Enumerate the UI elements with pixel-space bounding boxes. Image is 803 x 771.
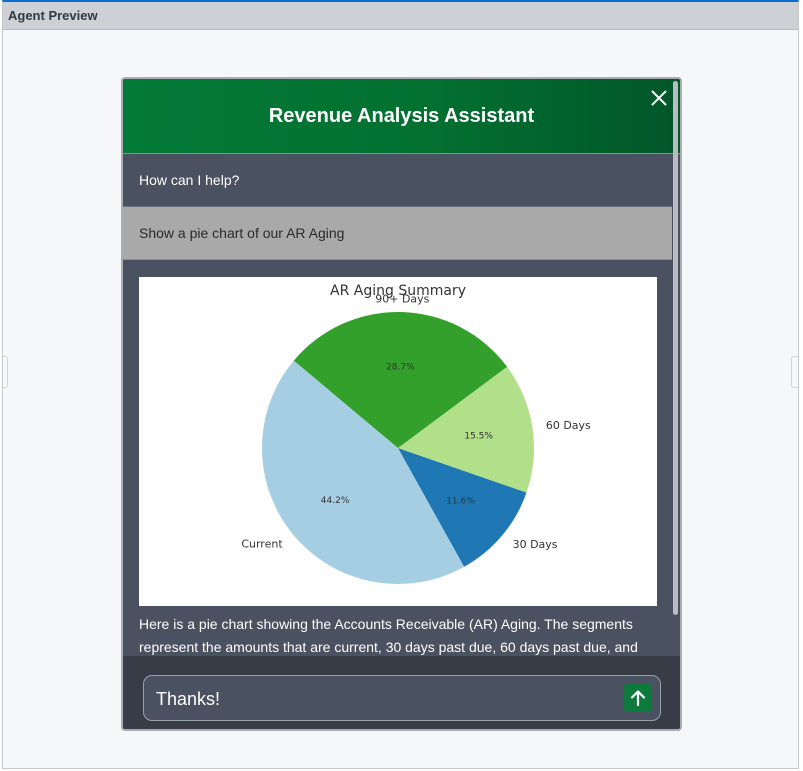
arrow-up-icon xyxy=(630,690,646,707)
left-collapse-tab[interactable] xyxy=(3,356,8,388)
message-text: How can I help? xyxy=(139,172,240,188)
assistant-response: Here is a pie chart showing the Accounts… xyxy=(139,616,638,655)
close-icon[interactable] xyxy=(650,89,668,107)
pie-percent-label: 15.5% xyxy=(464,432,493,442)
message-list[interactable]: How can I help? Show a pie chart of our … xyxy=(123,154,672,655)
right-collapse-tab[interactable] xyxy=(791,356,798,388)
preview-window: Agent Preview Revenue Analysis Assistant… xyxy=(2,0,799,769)
assistant-message: How can I help? xyxy=(123,154,672,207)
send-button[interactable] xyxy=(624,684,652,712)
composer xyxy=(123,656,680,729)
pie-percent-label: 28.7% xyxy=(386,362,415,372)
pie-category-label: 90+ Days xyxy=(375,292,429,305)
chat-panel: Revenue Analysis Assistant How can I hel… xyxy=(121,77,682,731)
pie-chart: AR Aging Summary 44.2% Current 11.6% 30 Day… xyxy=(139,277,657,606)
window-title: Agent Preview xyxy=(8,8,98,23)
pie-percent-label: 44.2% xyxy=(321,496,350,506)
chat-header: Revenue Analysis Assistant xyxy=(123,79,680,154)
pie-chart-svg: AR Aging Summary 44.2%Current11.6%30 Day… xyxy=(241,283,591,584)
message-input[interactable] xyxy=(154,684,618,714)
pie-category-label: Current xyxy=(241,537,283,550)
scrollbar[interactable] xyxy=(673,81,678,615)
pie-percent-label: 11.6% xyxy=(446,496,475,506)
pie-category-label: 60 Days xyxy=(546,419,591,432)
pie-category-label: 30 Days xyxy=(513,538,558,551)
user-message: Show a pie chart of our AR Aging xyxy=(123,207,672,260)
chat-title: Revenue Analysis Assistant xyxy=(268,104,535,127)
window-titlebar: Agent Preview xyxy=(3,2,798,30)
message-text: Show a pie chart of our AR Aging xyxy=(139,225,345,241)
message-input-box xyxy=(143,675,661,721)
